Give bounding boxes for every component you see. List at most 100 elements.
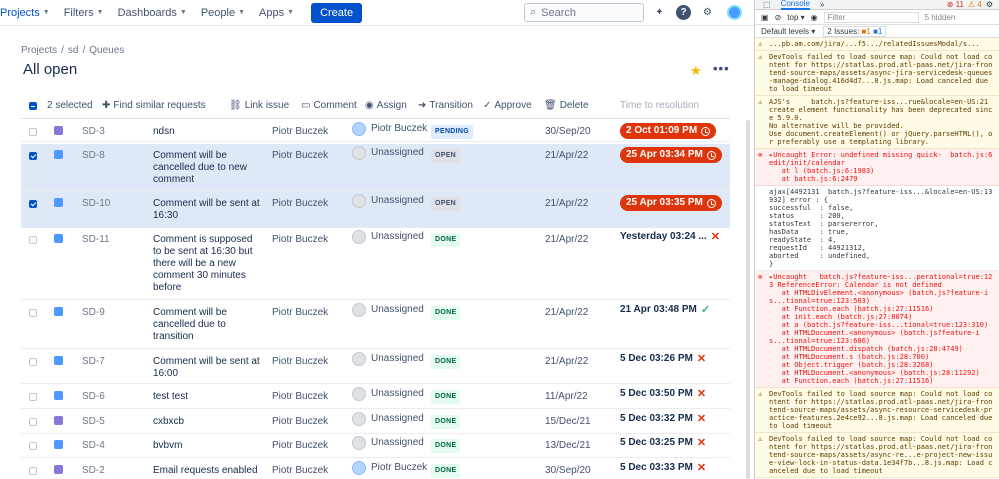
issue-summary[interactable]: test test [153,391,263,403]
assignee[interactable]: Unassigned [352,146,424,160]
select-all-checkbox[interactable] [29,101,37,110]
status-badge[interactable]: PENDING [431,125,473,139]
context-select[interactable]: top ▾ [787,13,804,22]
row-checkbox[interactable] [29,418,37,430]
row-checkbox[interactable] [29,358,37,370]
tab-console[interactable]: Console [780,0,810,10]
more-icon[interactable]: ••• [713,61,730,76]
nav-filters[interactable]: Filters ▼ [57,7,111,19]
issue-key[interactable]: SD-8 [82,150,105,162]
transition-button[interactable]: ➜ Transition [418,100,473,111]
row-checkbox[interactable] [29,309,37,321]
assignee[interactable]: Unassigned [352,230,424,244]
nav-projects[interactable]: Projects ▼ [0,7,57,19]
status-badge[interactable]: DONE [431,464,461,478]
status-badge[interactable]: DONE [431,439,461,453]
console-message[interactable]: ⚠ DevTools failed to load source map: Cou… [755,388,999,433]
nav-apps[interactable]: Apps ▼ [252,7,301,19]
inspect-icon[interactable]: ⬚ [763,0,771,9]
star-icon[interactable]: ★ [690,63,702,79]
table-row[interactable]: SD-11 Comment is supposed to be sent at 1… [21,228,730,300]
scrollbar[interactable] [746,120,750,479]
more-tabs-icon[interactable]: » [820,0,824,9]
assignee[interactable]: Unassigned [352,352,424,366]
link-issue-button[interactable]: ⛓ Link issue [229,100,289,111]
issue-summary[interactable]: Comment will be sent at 16:00 [153,356,263,380]
nav-people[interactable]: People ▼ [194,7,252,19]
table-row[interactable]: SD-5 cxbxcb Piotr Buczek Unassigned DONE 15/D… [21,410,730,434]
issue-summary[interactable]: Comment will be sent at 16:30 [153,198,263,222]
avatar[interactable] [727,5,742,20]
table-row[interactable]: SD-7 Comment will be sent at 16:00 Piotr B… [21,350,730,384]
console-message[interactable]: ⊗ ▸Uncaught batch.js?feature-iss...perati… [755,271,999,388]
clear-console-icon[interactable]: ⊘ [775,13,782,22]
assign-button[interactable]: ◉ Assign [365,100,407,111]
breadcrumb-queues[interactable]: Queues [89,45,124,56]
assignee[interactable]: Unassigned [352,436,424,450]
issues-button[interactable]: 2 Issues: ■1 ■1 [823,25,887,37]
breadcrumb-sd[interactable]: sd [68,45,79,56]
gear-icon[interactable]: ⚙ [700,5,715,20]
assignee[interactable]: Unassigned [352,387,424,401]
console-message[interactable]: ⊗ ▸Uncaught Error: undefined missing quic… [755,149,999,186]
assignee[interactable]: Unassigned [352,194,424,208]
row-checkbox[interactable] [29,393,37,405]
console-message[interactable]: ⚠ DevTools failed to load source map: Cou… [755,433,999,478]
issue-key[interactable]: SD-2 [82,465,105,477]
issue-key[interactable]: SD-9 [82,307,105,319]
assignee[interactable]: Unassigned [352,412,424,426]
row-checkbox[interactable] [29,467,37,479]
console-message[interactable]: ⚠ AJS's batch.js?feature-iss...rue&locale… [755,96,999,149]
row-checkbox[interactable] [29,236,37,248]
log-levels-select[interactable]: Default levels ▾ [761,27,815,36]
notifications-icon[interactable]: ✦ [652,5,667,20]
issue-summary[interactable]: cxbxcb [153,416,263,428]
issue-key[interactable]: SD-4 [82,440,105,452]
issue-summary[interactable]: ndsn [153,126,263,138]
column-header-time-to-resolution[interactable]: Time to resolution [620,100,699,111]
issue-summary[interactable]: Comment will be cancelled due to new com… [153,150,263,186]
assignee[interactable]: Unassigned [352,303,424,317]
status-badge[interactable]: DONE [431,390,461,404]
gear-icon[interactable]: ⚙ [986,0,993,9]
assignee[interactable]: Piotr Buczek [352,122,427,136]
issue-summary[interactable]: Email requests enabled [153,465,263,477]
table-row[interactable]: SD-9 Comment will be cancelled due to tra… [21,301,730,349]
issue-key[interactable]: SD-3 [82,126,105,138]
comment-button[interactable]: ▭ Comment [301,100,357,111]
table-row[interactable]: SD-4 bvbvm Piotr Buczek Unassigned DONE 13/De… [21,434,730,458]
table-row[interactable]: SD-2 Email requests enabled Piotr Buczek Pi… [21,459,730,479]
table-row[interactable]: SD-3 ndsn Piotr Buczek Piotr Buczek PENDING 3… [21,120,730,142]
issue-key[interactable]: SD-7 [82,356,105,368]
find-similar-button[interactable]: ✚ Find similar requests [102,100,206,111]
status-badge[interactable]: DONE [431,306,461,320]
create-button[interactable]: Create [311,2,363,23]
console-message[interactable]: ⚠ DevTools failed to load source map: Cou… [755,51,999,96]
search-input[interactable]: ⌕ Search [524,3,644,22]
row-checkbox[interactable] [29,200,37,212]
error-warning-counter[interactable]: ⊗ 11 ⚠ 4 ⚙ [947,0,999,9]
issue-key[interactable]: SD-11 [82,234,110,246]
console-filter-input[interactable]: Filter [823,11,919,23]
issue-key[interactable]: SD-10 [82,198,110,210]
approve-button[interactable]: ✓ Approve [483,100,532,111]
row-checkbox[interactable] [29,152,37,164]
issue-summary[interactable]: Comment is supposed to be sent at 16:30 … [153,234,263,294]
console-message[interactable]: ⚠ ...pb.am.com/jira/...f5.../relatedIssue… [755,38,999,51]
status-badge[interactable]: DONE [431,233,461,247]
issue-key[interactable]: SD-6 [82,391,105,403]
issue-summary[interactable]: bvbvm [153,440,263,452]
issue-key[interactable]: SD-5 [82,416,105,428]
breadcrumb-projects[interactable]: Projects [21,45,57,56]
nav-dashboards[interactable]: Dashboards ▼ [111,7,194,19]
table-row[interactable]: SD-6 test test Piotr Buczek Unassigned DONE 1… [21,385,730,409]
status-badge[interactable]: DONE [431,415,461,429]
eye-icon[interactable]: ◉ [811,13,818,22]
status-badge[interactable]: OPEN [431,197,461,211]
sidebar-toggle-icon[interactable]: ▣ [761,13,769,22]
status-badge[interactable]: DONE [431,355,461,369]
row-checkbox[interactable] [29,128,37,140]
table-row[interactable]: SD-8 Comment will be cancelled due to new… [21,144,730,192]
issue-summary[interactable]: Comment will be cancelled due to transit… [153,307,263,343]
row-checkbox[interactable] [29,442,37,454]
